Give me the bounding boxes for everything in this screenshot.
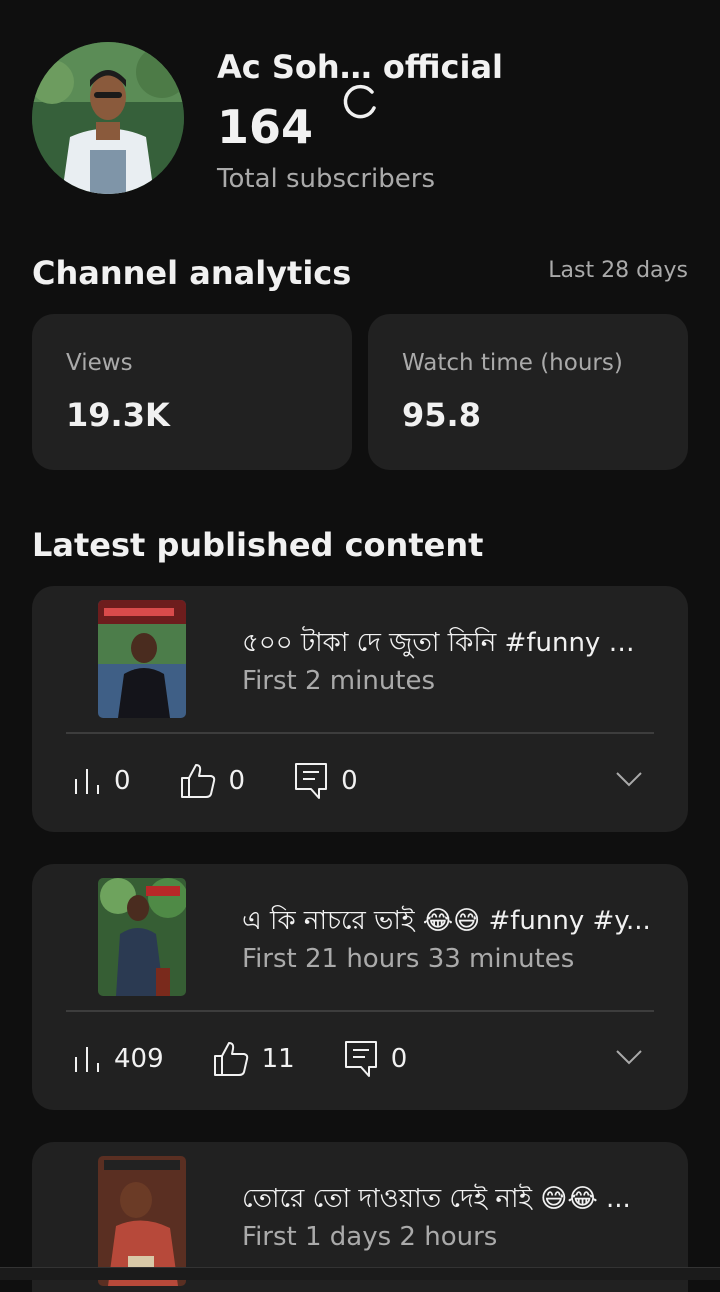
- watch-time-card[interactable]: Watch time (hours) 95.8: [368, 314, 688, 470]
- video-title[interactable]: এ কি নাচরে ভাই 😂😅 #funny #y...: [242, 900, 652, 944]
- views-metric: 0: [72, 766, 131, 796]
- likes-count: 11: [261, 1044, 295, 1074]
- views-label: Views: [66, 350, 133, 376]
- channel-name: Ac Soh… official: [217, 48, 503, 86]
- likes-metric: 0: [179, 762, 246, 800]
- video-thumbnail[interactable]: [98, 600, 186, 718]
- video-title[interactable]: ৫০০ টাকা দে জুতা কিনি #funny #...: [242, 622, 652, 666]
- chevron-down-icon[interactable]: [614, 764, 644, 794]
- comments-metric: 0: [293, 761, 358, 801]
- views-count: 0: [114, 766, 131, 796]
- divider: [66, 732, 654, 734]
- bar-chart-icon: [75, 769, 99, 794]
- chevron-down-icon[interactable]: [614, 1042, 644, 1072]
- bar-chart-icon: [75, 1047, 99, 1072]
- video-thumbnail[interactable]: [98, 878, 186, 996]
- video-card[interactable]: এ কি নাচরে ভাই 😂😅 #funny #y... First 21 …: [32, 864, 688, 1110]
- views-metric: 409: [72, 1044, 164, 1074]
- thumbs-up-icon: [180, 764, 215, 798]
- likes-metric: 11: [212, 1040, 295, 1078]
- channel-header: Ac Soh… official 164 Total subscribers: [32, 42, 688, 202]
- bottom-bar: [0, 1267, 720, 1280]
- date-range[interactable]: Last 28 days: [548, 258, 688, 283]
- analytics-title: Channel analytics: [32, 254, 352, 292]
- comment-icon: [344, 1041, 377, 1077]
- avatar[interactable]: [32, 42, 184, 194]
- video-publish-time: First 2 minutes: [242, 666, 436, 696]
- thumbs-up-icon: [213, 1042, 248, 1076]
- comments-count: 0: [341, 766, 358, 796]
- views-value: 19.3K: [66, 396, 170, 434]
- video-publish-time: First 21 hours 33 minutes: [242, 944, 575, 974]
- subscriber-count: 164: [217, 100, 314, 154]
- thumbnail-image: [98, 600, 186, 718]
- watch-time-label: Watch time (hours): [402, 350, 623, 376]
- video-metrics: 409 11 0: [72, 1036, 455, 1082]
- likes-count: 0: [228, 766, 246, 796]
- comment-icon: [295, 763, 328, 799]
- thumbnail-image: [98, 878, 186, 996]
- video-metrics: 0 0 0: [72, 758, 406, 804]
- video-card[interactable]: ৫০০ টাকা দে জুতা কিনি #funny #... First …: [32, 586, 688, 832]
- views-count: 409: [114, 1044, 164, 1074]
- comments-metric: 0: [343, 1039, 408, 1079]
- latest-content-title: Latest published content: [32, 526, 484, 564]
- avatar-image: [32, 42, 184, 194]
- loading-spinner-icon: [343, 84, 376, 119]
- watch-time-value: 95.8: [402, 396, 481, 434]
- video-title[interactable]: তোরে তো দাওয়াত দেই নাই 😅😂 ...: [242, 1178, 652, 1222]
- video-publish-time: First 1 days 2 hours: [242, 1222, 498, 1252]
- subscriber-label: Total subscribers: [217, 164, 436, 194]
- comments-count: 0: [390, 1044, 408, 1074]
- divider: [66, 1010, 654, 1012]
- views-card[interactable]: Views 19.3K: [32, 314, 352, 470]
